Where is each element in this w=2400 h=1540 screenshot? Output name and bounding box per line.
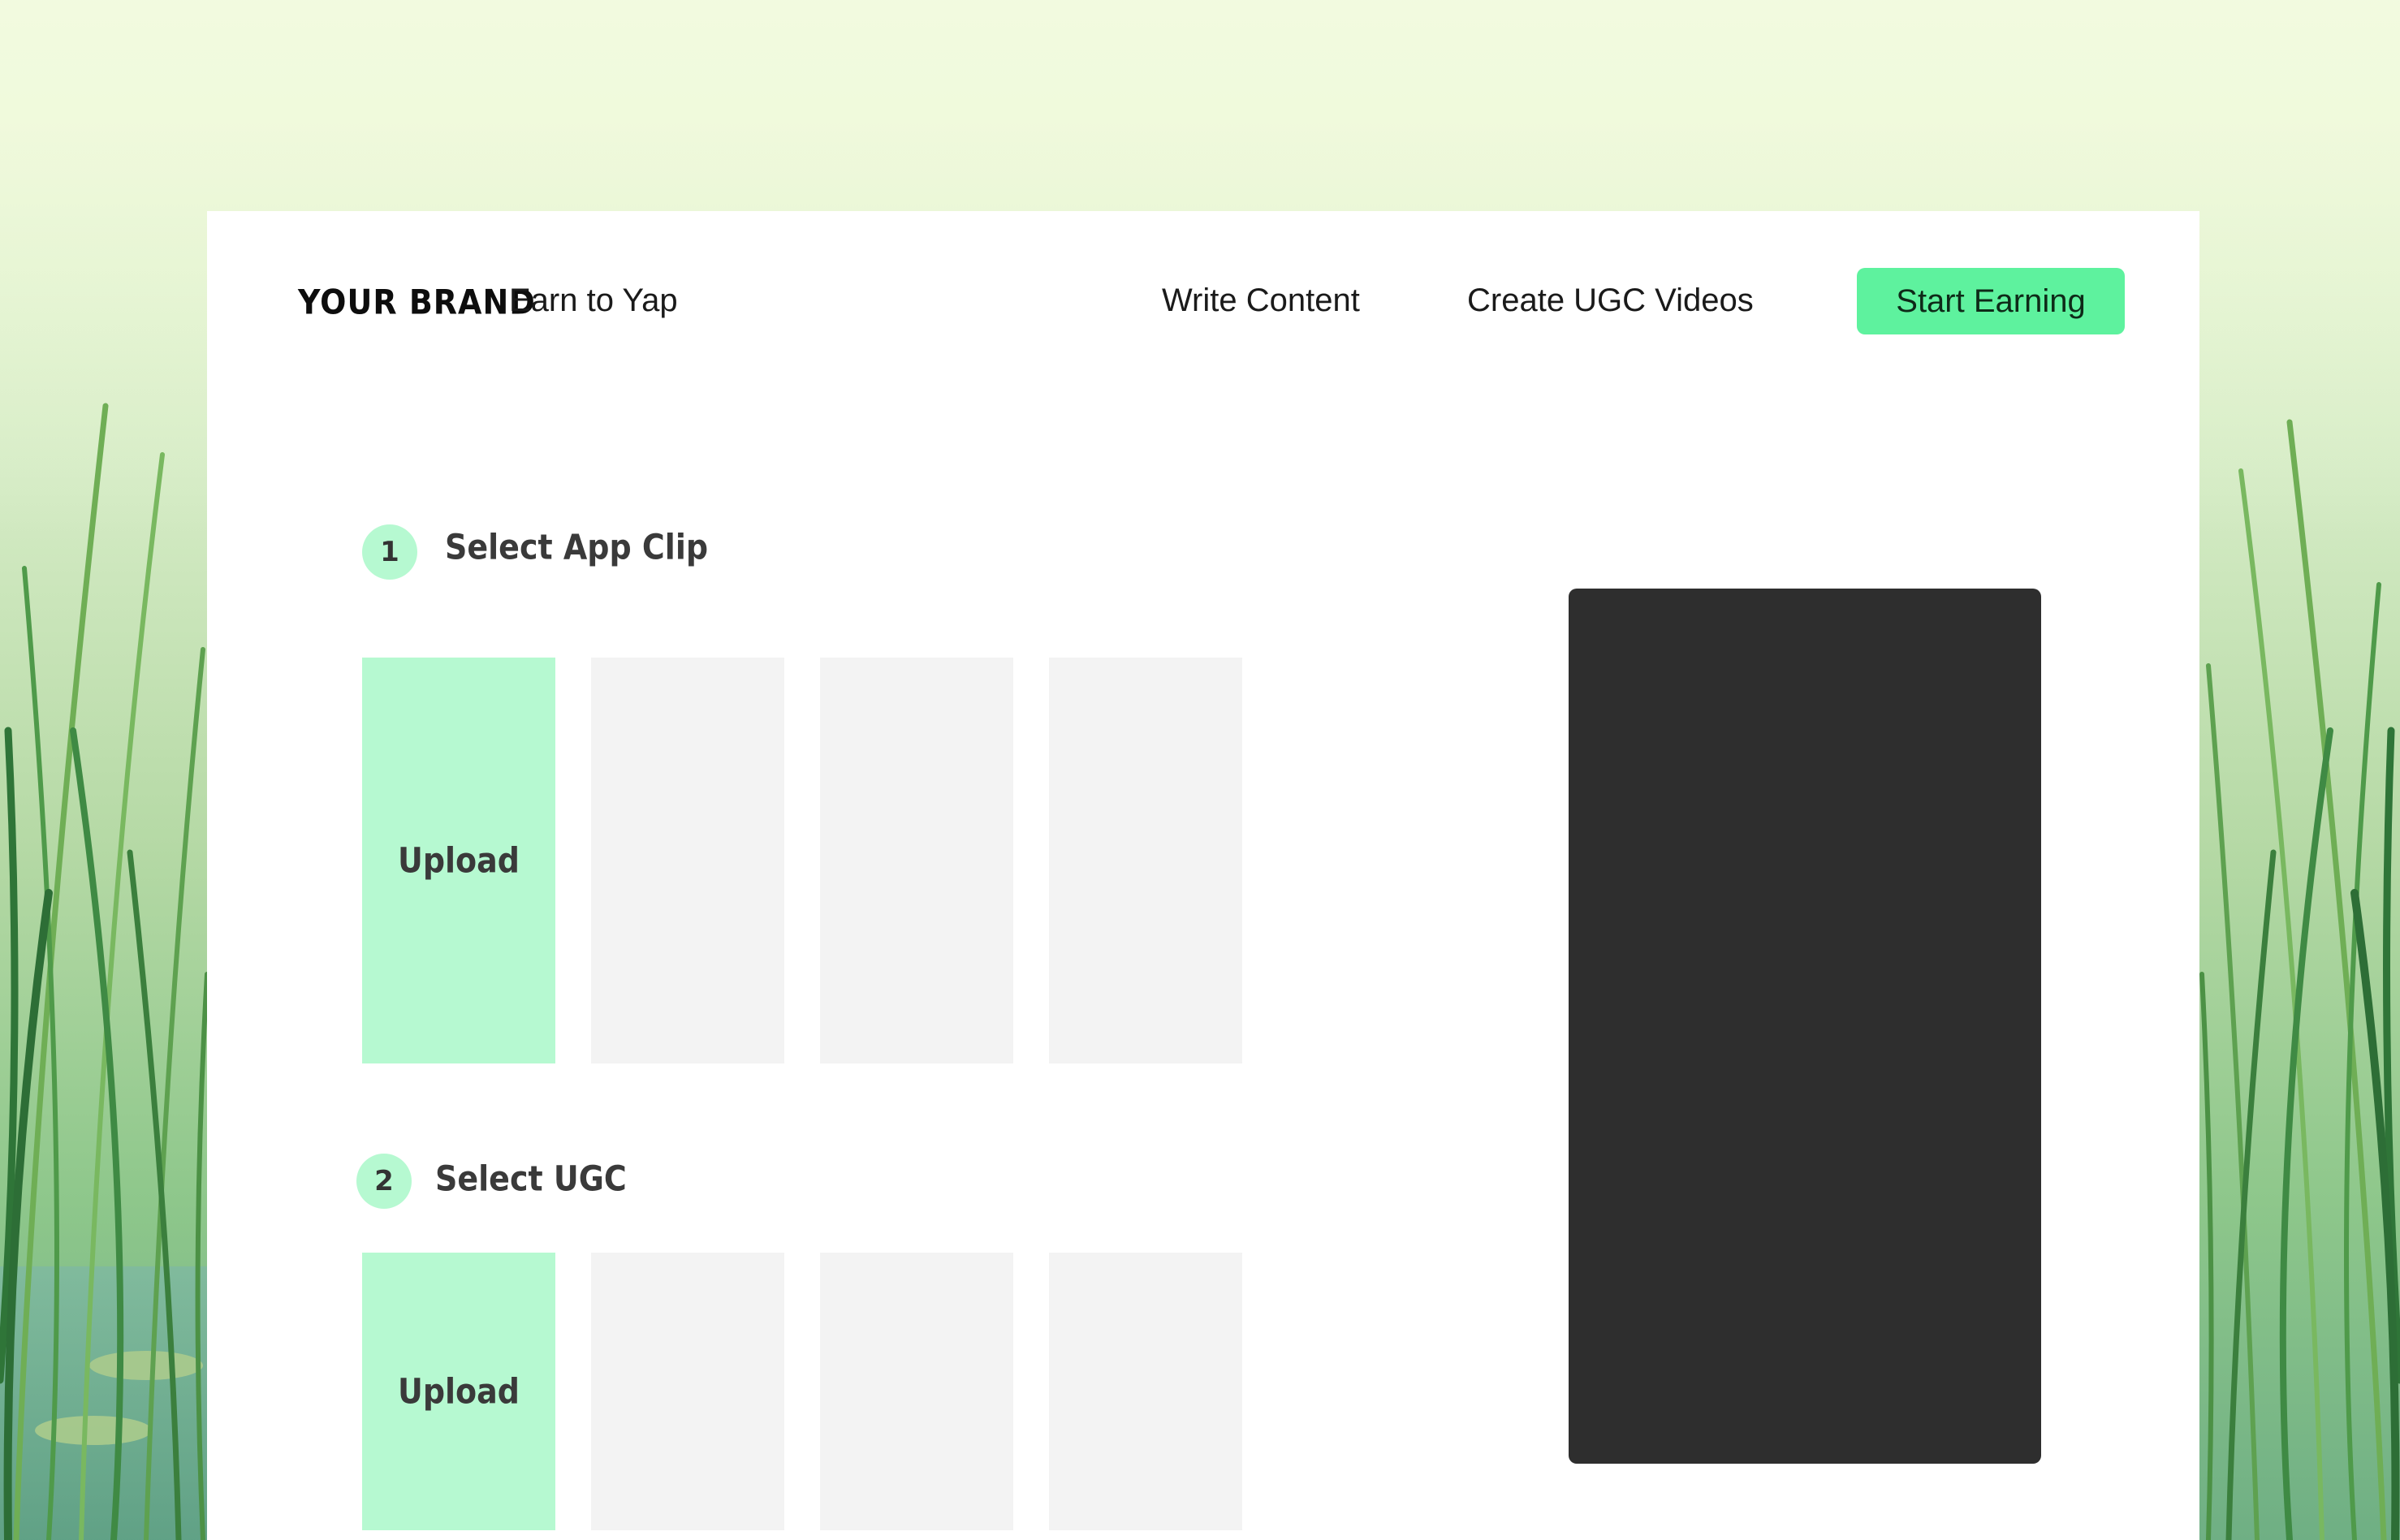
tagline-link[interactable]: Earn to Yap [509, 283, 678, 319]
app-clip-slot-2[interactable] [820, 658, 1013, 1063]
step-1-badge: 1 [362, 524, 417, 580]
step-2-title: Select UGC [435, 1158, 627, 1199]
app-clip-upload-button[interactable]: Upload [362, 658, 555, 1063]
navbar: YOUR BRAND Earn to Yap Write Content Cre… [207, 211, 2199, 390]
app-clip-slot-3[interactable] [1049, 658, 1242, 1063]
nav-create-ugc-videos[interactable]: Create UGC Videos [1467, 283, 1754, 319]
app-clip-slot-1[interactable] [591, 658, 784, 1063]
nav-write-content[interactable]: Write Content [1162, 283, 1360, 319]
video-preview-panel[interactable] [1569, 589, 2041, 1464]
ugc-upload-label: Upload [397, 1371, 520, 1412]
ugc-slot-1[interactable] [591, 1253, 784, 1530]
app-clip-upload-label: Upload [397, 840, 520, 881]
ugc-slot-3[interactable] [1049, 1253, 1242, 1530]
ugc-upload-button[interactable]: Upload [362, 1253, 555, 1530]
main-card: YOUR BRAND Earn to Yap Write Content Cre… [207, 211, 2199, 1540]
ugc-slot-2[interactable] [820, 1253, 1013, 1530]
start-earning-button[interactable]: Start Earning [1857, 268, 2125, 334]
step-2-badge: 2 [356, 1154, 412, 1209]
brand-logo[interactable]: YOUR BRAND [298, 283, 536, 321]
step-1-title: Select App Clip [445, 527, 709, 567]
